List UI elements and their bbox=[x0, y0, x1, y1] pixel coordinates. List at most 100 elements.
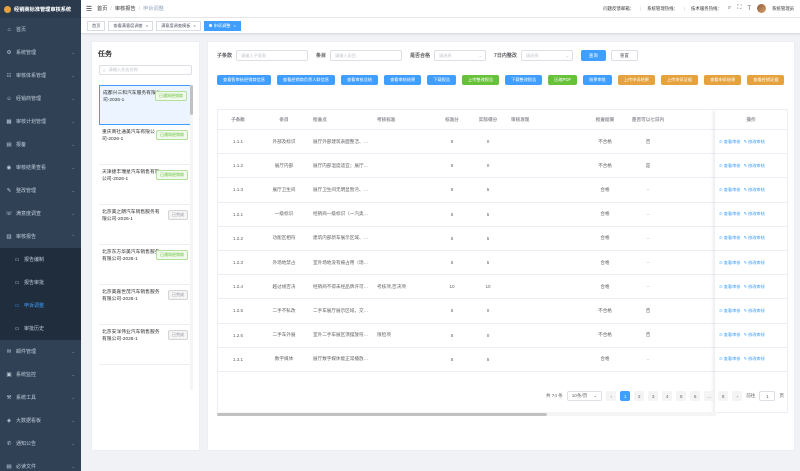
task-list-scrollbar[interactable] bbox=[190, 85, 193, 390]
edit-audit-link[interactable]: ✎ 修改审核 bbox=[743, 260, 764, 266]
page-button-1[interactable]: 2 bbox=[634, 391, 645, 401]
next-page-button[interactable]: › bbox=[732, 391, 743, 401]
action-button-0[interactable]: 查看智审核经销商信息 bbox=[217, 75, 271, 85]
close-icon[interactable]: × bbox=[193, 23, 195, 28]
sidebar-item-8[interactable]: ☏ 满意度调查 ⌄ bbox=[0, 202, 81, 225]
sidebar-item-0[interactable]: ⌂ 首页 bbox=[0, 18, 81, 41]
sidebar-item-5[interactable]: ▤ 报备 ⌄ bbox=[0, 133, 81, 156]
sidebar-item-4[interactable]: ✆ 通知公告 ⌄ bbox=[0, 432, 81, 455]
sidebar-item-6[interactable]: ◉ 审核结果查看 ⌄ bbox=[0, 156, 81, 179]
logo-icon bbox=[4, 5, 11, 13]
reset-button[interactable]: 重置 bbox=[610, 50, 638, 61]
clause-input[interactable]: 请输入条目 bbox=[330, 50, 403, 61]
avatar[interactable] bbox=[757, 4, 767, 13]
pass-select[interactable]: 请选择 ⌄ bbox=[434, 50, 487, 61]
sidebar-item-3[interactable]: ☺ 经销商管理 ⌄ bbox=[0, 87, 81, 110]
view-audit-link[interactable]: ⊙ 查看审核 bbox=[719, 163, 740, 169]
edit-audit-link[interactable]: ✎ 修改审核 bbox=[743, 211, 764, 217]
task-item[interactable]: 重庆商社通美汽车有限公司-2026-1 已通知经销商 bbox=[99, 125, 191, 165]
view-audit-link[interactable]: ⊙ 查看审核 bbox=[719, 356, 740, 362]
search-icon[interactable]: ⌕ bbox=[728, 5, 731, 12]
edit-audit-link[interactable]: ✎ 修改审核 bbox=[743, 163, 764, 169]
page-size-select[interactable]: 10条/页 ⌄ bbox=[566, 391, 603, 401]
sidebar-item-1[interactable]: ⚙ 系统管理 ⌄ bbox=[0, 41, 81, 64]
goto-page-input[interactable]: 1 bbox=[759, 391, 776, 401]
close-icon[interactable]: × bbox=[146, 23, 148, 28]
hamburger-icon[interactable]: ☰ bbox=[81, 5, 97, 13]
table-horizontal-scrollbar[interactable] bbox=[217, 412, 716, 416]
font-size-icon[interactable]: T bbox=[747, 6, 751, 12]
sidebar-item-2[interactable]: ☷ 审核体系管理 ⌄ bbox=[0, 64, 81, 87]
action-button-5[interactable]: 上传整改报告 bbox=[462, 75, 500, 85]
sidebar-subitem-0[interactable]: ▭ 报告编制 bbox=[0, 248, 81, 271]
edit-audit-link[interactable]: ✎ 修改审核 bbox=[743, 235, 764, 241]
view-audit-link[interactable]: ⊙ 查看审核 bbox=[719, 139, 740, 145]
sidebar-item-5[interactable]: ▤ 必读文件 ⌄ bbox=[0, 455, 81, 471]
page-button-2[interactable]: 3 bbox=[648, 391, 659, 401]
task-item[interactable]: 天津捷丰瑞星汽车销售有限公司-2026-1 已通知经销商 bbox=[99, 165, 191, 205]
tag-satisfaction-survey-view[interactable]: 查看满意度调查 × bbox=[108, 20, 154, 31]
sidebar-subitem-3[interactable]: ▭ 审批历史 bbox=[0, 317, 81, 340]
task-item[interactable]: 北京安洋伟业汽车销售服务有限公司-2026-1 已完成 bbox=[99, 325, 191, 365]
view-audit-link[interactable]: ⊙ 查看审核 bbox=[719, 308, 740, 314]
action-button-4[interactable]: 下载报告 bbox=[427, 75, 457, 85]
sidebar-item-1[interactable]: ▣ 系统监控 ⌄ bbox=[0, 363, 81, 386]
sidebar-item-2[interactable]: ⚒ 系统工具 ⌄ bbox=[0, 386, 81, 409]
view-audit-link[interactable]: ⊙ 查看审核 bbox=[719, 211, 740, 217]
view-audit-link[interactable]: ⊙ 查看审核 bbox=[719, 235, 740, 241]
view-audit-link[interactable]: ⊙ 查看审核 bbox=[719, 284, 740, 290]
page-button-5[interactable]: 6 bbox=[690, 391, 701, 401]
action-button-12[interactable]: 查看经销证据 bbox=[747, 75, 785, 85]
task-item[interactable]: 北京东方华美汽车销售服务有限公司-2026-1 已通知经销商 bbox=[99, 245, 191, 285]
tag-home[interactable]: 首页 bbox=[87, 20, 106, 31]
action-button-9[interactable]: 上传申诉结果 bbox=[617, 75, 655, 85]
edit-audit-link[interactable]: ✎ 修改审核 bbox=[743, 187, 764, 193]
action-button-8[interactable]: 结果审批 bbox=[583, 75, 612, 85]
username[interactable]: 系统管理员 bbox=[772, 6, 794, 12]
action-button-3[interactable]: 查看审核结果 bbox=[384, 75, 422, 85]
table-cell: 合格 bbox=[600, 211, 610, 217]
page-button-6[interactable]: … bbox=[704, 391, 715, 401]
breadcrumb-report[interactable]: 审核报告 bbox=[115, 5, 136, 12]
eye-icon: ◉ bbox=[6, 164, 12, 171]
task-item[interactable]: 北京美嘉世茂汽车销售服务有限公司-2026-1 已完成 bbox=[99, 285, 191, 325]
view-audit-link[interactable]: ⊙ 查看审核 bbox=[719, 187, 740, 193]
task-search-input[interactable]: ⌕ 请输入任务名称 bbox=[99, 65, 192, 75]
sidebar-item-7[interactable]: ✎ 整改管理 ⌄ bbox=[0, 179, 81, 202]
page-button-4[interactable]: 5 bbox=[676, 391, 687, 401]
task-item[interactable]: 成都兴三和汽车服务有限公司-2026-1 已通知经销商 bbox=[99, 85, 191, 125]
prev-page-button[interactable]: ‹ bbox=[606, 391, 617, 401]
view-audit-link[interactable]: ⊙ 查看审核 bbox=[719, 260, 740, 266]
sub-item-input[interactable]: 请输入子条款 bbox=[236, 50, 309, 61]
page-button-0[interactable]: 1 bbox=[620, 391, 631, 401]
action-button-11[interactable]: 查看申诉结果 bbox=[704, 75, 742, 85]
edit-audit-link[interactable]: ✎ 修改审核 bbox=[743, 139, 764, 145]
search-button[interactable]: 查询 bbox=[580, 50, 606, 61]
operation-cell: ⊙ 查看审核 ✎ 修改审核 bbox=[715, 154, 787, 179]
edit-audit-link[interactable]: ✎ 修改审核 bbox=[743, 308, 764, 314]
edit-audit-link[interactable]: ✎ 修改审核 bbox=[743, 332, 764, 338]
sidebar-item-0[interactable]: ✉ 邮件管理 ⌄ bbox=[0, 340, 81, 363]
view-audit-link[interactable]: ⊙ 查看审核 bbox=[719, 332, 740, 338]
action-button-2[interactable]: 查看审核总结 bbox=[340, 75, 379, 85]
close-icon[interactable]: × bbox=[234, 23, 236, 28]
page-button-3[interactable]: 4 bbox=[662, 391, 673, 401]
rectify-select[interactable]: 请选择 ⌄ bbox=[520, 50, 573, 61]
sidebar-item-9[interactable]: ▥ 审核报告 ⌃ bbox=[0, 225, 81, 248]
tag-appeal-adjust[interactable]: 申诉调整 × bbox=[203, 20, 241, 31]
action-button-1[interactable]: 查看经销商负责人联信息 bbox=[276, 75, 335, 85]
edit-audit-link[interactable]: ✎ 修改审核 bbox=[743, 284, 764, 290]
sidebar-item-4[interactable]: ▦ 审核计划管理 ⌄ bbox=[0, 110, 81, 133]
sidebar-item-3[interactable]: ◈ 大数据看板 ⌄ bbox=[0, 409, 81, 432]
sidebar-subitem-2[interactable]: ▭ 申诉调整 bbox=[0, 294, 81, 317]
sidebar-subitem-1[interactable]: ▭ 报告审批 bbox=[0, 271, 81, 294]
action-button-7[interactable]: 压缩PDF bbox=[548, 75, 578, 85]
page-button-7[interactable]: 8 bbox=[718, 391, 729, 401]
fullscreen-icon[interactable]: ⛶ bbox=[737, 5, 741, 12]
edit-audit-link[interactable]: ✎ 修改审核 bbox=[743, 356, 764, 362]
action-button-6[interactable]: 下载整改报告 bbox=[505, 75, 543, 85]
action-button-10[interactable]: 上传申诉证据 bbox=[660, 75, 699, 85]
tag-satisfaction-template[interactable]: 满意度调查模板 × bbox=[156, 20, 201, 31]
breadcrumb-home[interactable]: 首页 bbox=[97, 5, 107, 12]
task-item[interactable]: 北京美之朗汽车销售服务有限公司-2026-1 已完成 bbox=[99, 205, 191, 245]
